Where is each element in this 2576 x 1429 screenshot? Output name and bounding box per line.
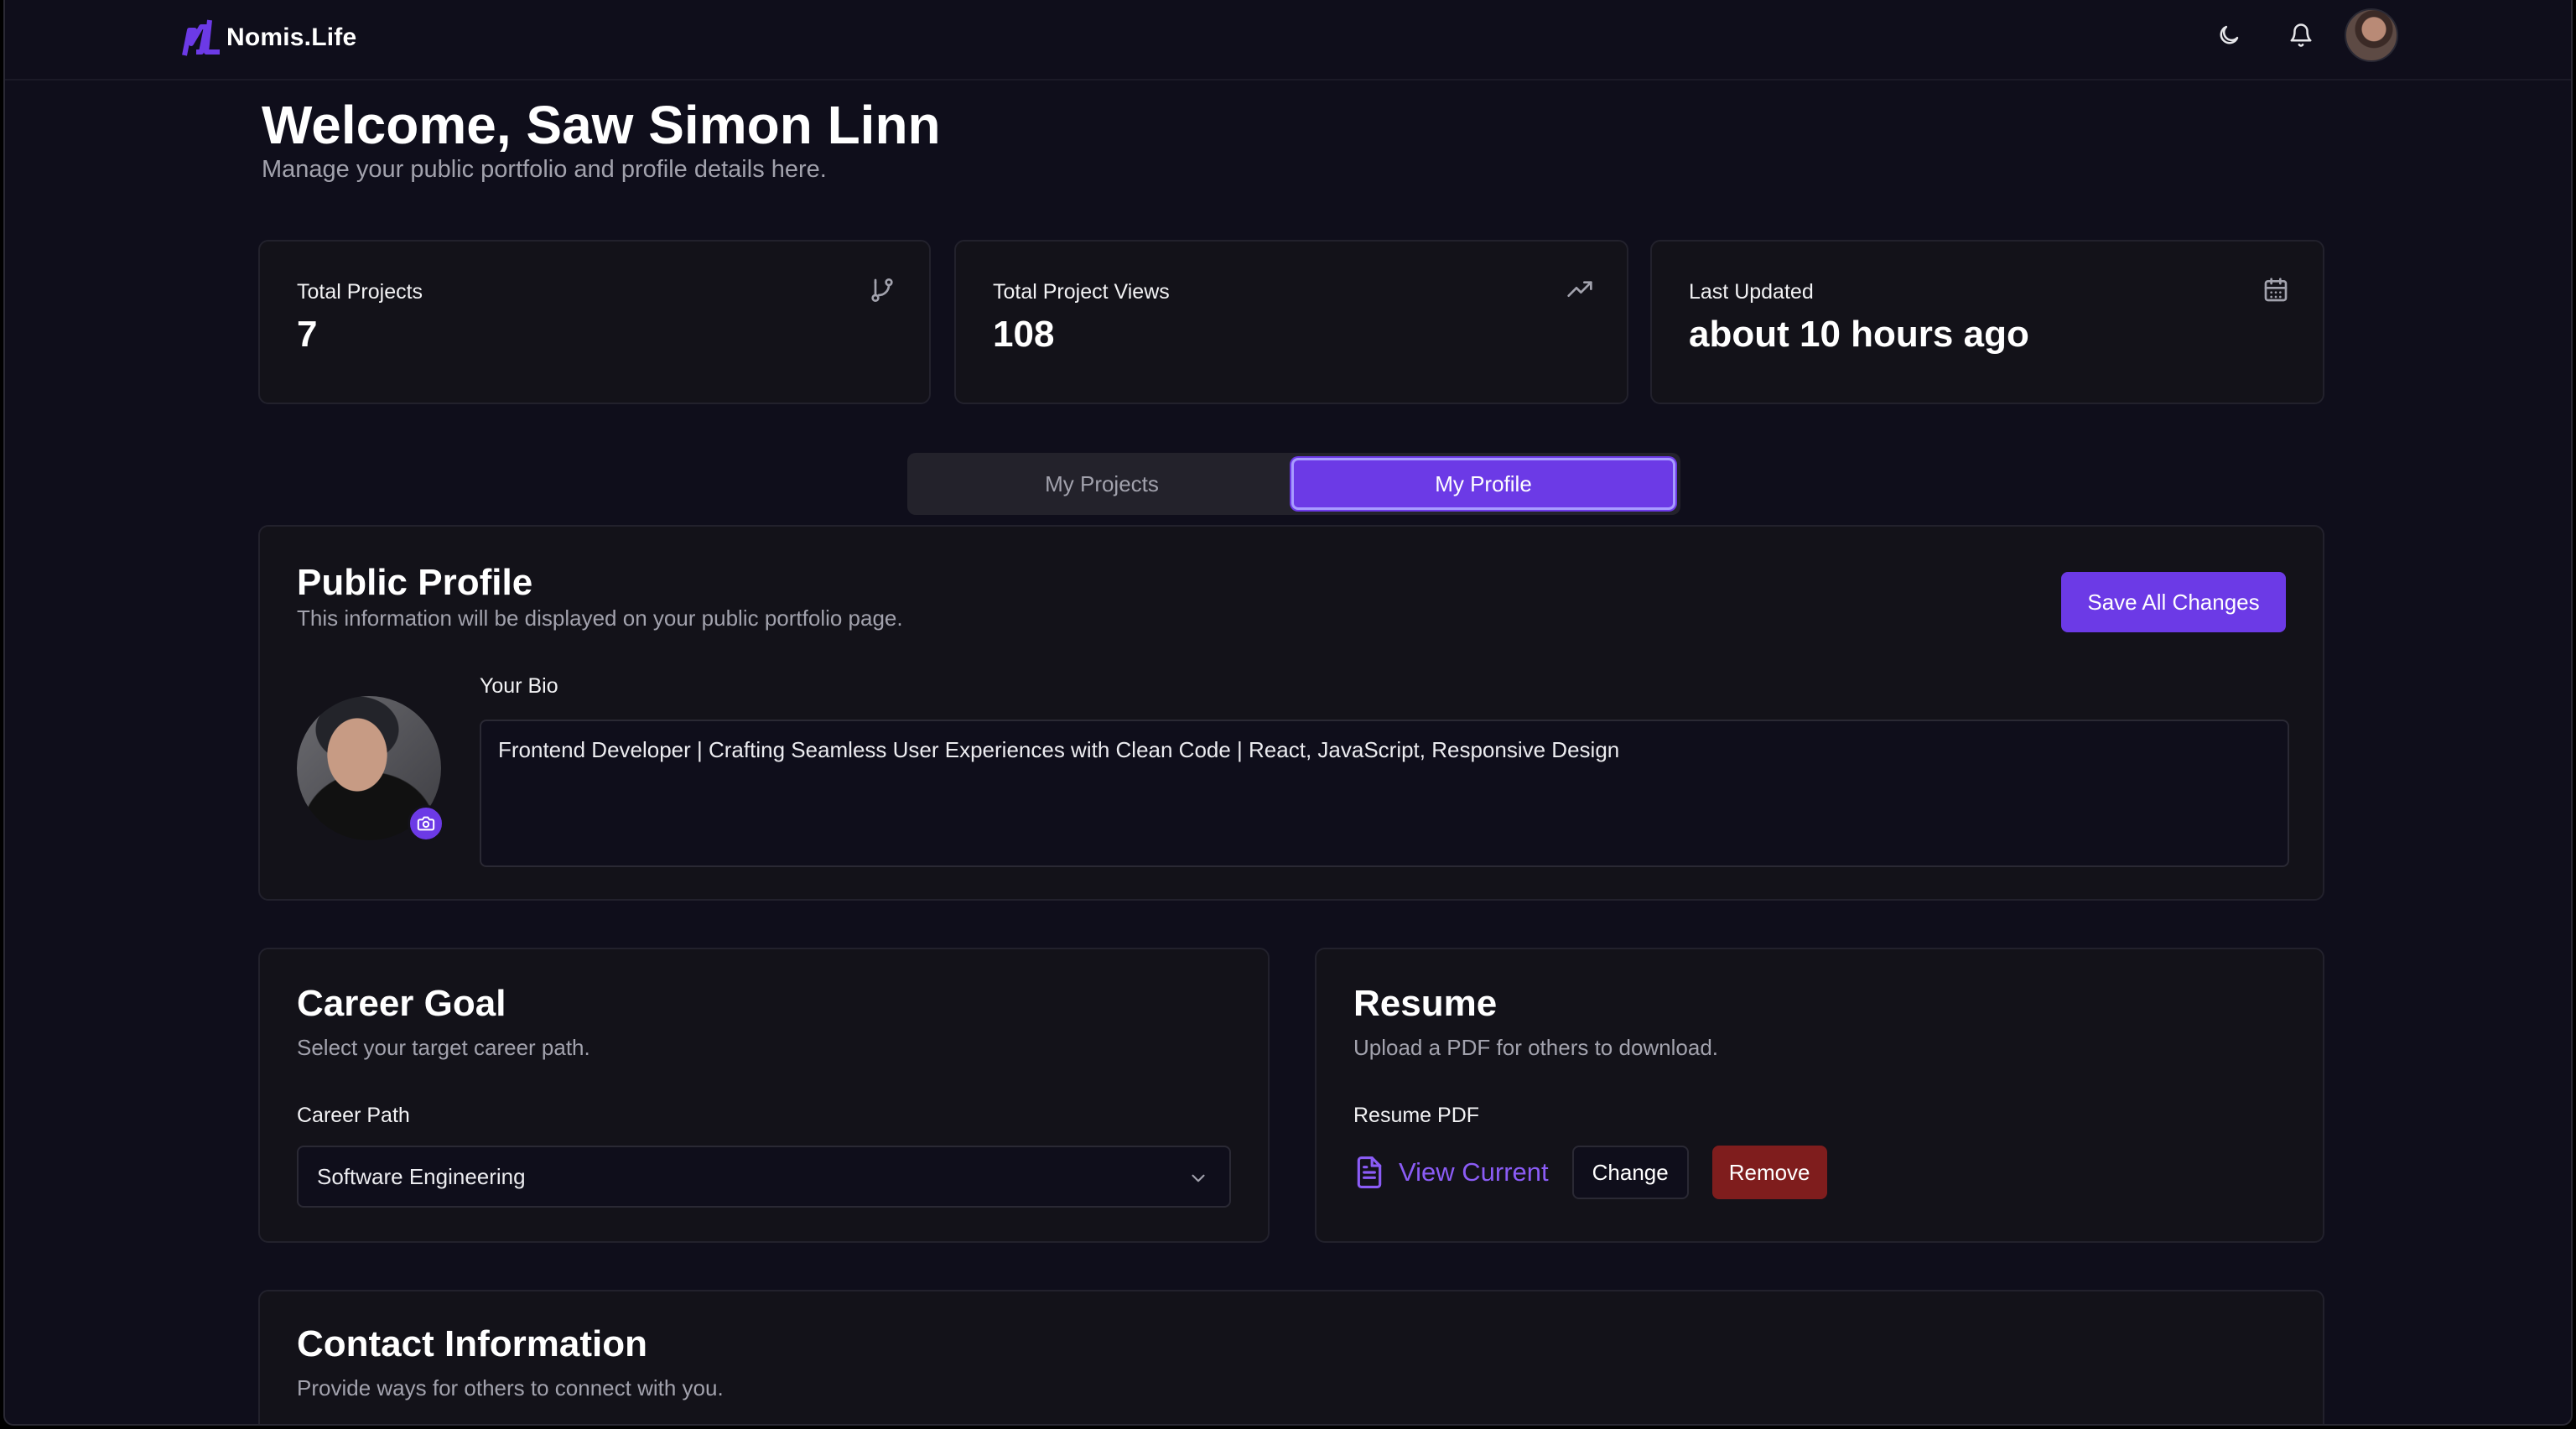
change-resume-button[interactable]: Change bbox=[1571, 1146, 1689, 1199]
bio-label: Your Bio bbox=[480, 674, 558, 698]
resume-title: Resume bbox=[1353, 983, 1498, 1024]
brand-name: Nomis.Life bbox=[226, 23, 357, 51]
notifications-button[interactable] bbox=[2274, 8, 2328, 62]
career-goal-subtitle: Select your target career path. bbox=[297, 1035, 590, 1060]
career-goal-card: Career Goal Select your target career pa… bbox=[258, 948, 1270, 1243]
stat-card-total-views: Total Project Views 108 bbox=[954, 240, 1628, 404]
contact-information-subtitle: Provide ways for others to connect with … bbox=[297, 1375, 724, 1400]
calendar-icon bbox=[2264, 278, 2288, 302]
bio-textarea[interactable]: Frontend Developer | Crafting Seamless U… bbox=[480, 720, 2289, 867]
career-path-value: Software Engineering bbox=[317, 1163, 526, 1189]
resume-pdf-label: Resume PDF bbox=[1353, 1104, 1480, 1127]
tab-my-projects[interactable]: My Projects bbox=[912, 458, 1291, 510]
bell-icon bbox=[2290, 23, 2312, 47]
tab-my-profile[interactable]: My Profile bbox=[1291, 458, 1675, 510]
public-profile-title: Public Profile bbox=[297, 562, 533, 603]
moon-icon bbox=[2220, 25, 2239, 44]
contact-information-card: Contact Information Provide ways for oth… bbox=[258, 1290, 2324, 1424]
git-branch-icon bbox=[871, 278, 893, 302]
stat-label: Last Updated bbox=[1689, 280, 1814, 304]
camera-icon bbox=[417, 816, 435, 831]
career-path-select[interactable]: Software Engineering bbox=[297, 1146, 1231, 1208]
top-navigation-bar: Nomis.Life bbox=[5, 0, 2571, 81]
view-current-label: View Current bbox=[1399, 1157, 1549, 1187]
save-all-changes-button[interactable]: Save All Changes bbox=[2061, 572, 2286, 632]
contact-information-title: Contact Information bbox=[297, 1323, 647, 1364]
welcome-section: Welcome, Saw Simon Linn Manage your publ… bbox=[262, 92, 941, 184]
file-text-icon bbox=[1357, 1156, 1382, 1188]
change-photo-button[interactable] bbox=[408, 805, 444, 842]
theme-toggle-button[interactable] bbox=[2202, 8, 2256, 62]
stat-card-total-projects: Total Projects 7 bbox=[258, 240, 931, 404]
trending-up-icon bbox=[1567, 281, 1592, 297]
page-subtitle: Manage your public portfolio and profile… bbox=[262, 156, 827, 183]
stat-label: Total Project Views bbox=[993, 280, 1170, 304]
stat-label: Total Projects bbox=[297, 280, 423, 304]
stat-value: 108 bbox=[993, 314, 1055, 355]
app-window: Nomis.Life Welcome, Saw Simon Linn Manag… bbox=[3, 0, 2573, 1426]
stat-card-last-updated: Last Updated about 10 hours ago bbox=[1650, 240, 2324, 404]
brand-logo[interactable]: Nomis.Life bbox=[181, 18, 356, 57]
page-title: Welcome, Saw Simon Linn bbox=[262, 95, 941, 155]
public-profile-card: Public Profile This information will be … bbox=[258, 525, 2324, 901]
resume-subtitle: Upload a PDF for others to download. bbox=[1353, 1035, 1719, 1060]
stat-value: about 10 hours ago bbox=[1689, 314, 2029, 355]
public-profile-subtitle: This information will be displayed on yo… bbox=[297, 605, 903, 631]
resume-card: Resume Upload a PDF for others to downlo… bbox=[1315, 948, 2324, 1243]
view-current-resume-link[interactable]: View Current bbox=[1353, 1155, 1549, 1190]
profile-tabs: My Projects My Profile bbox=[907, 453, 1680, 515]
career-goal-title: Career Goal bbox=[297, 983, 506, 1024]
remove-resume-button[interactable]: Remove bbox=[1711, 1146, 1827, 1199]
user-avatar-button[interactable] bbox=[2345, 8, 2398, 62]
chevron-down-icon bbox=[1192, 1174, 1205, 1182]
stat-value: 7 bbox=[297, 314, 318, 355]
career-path-label: Career Path bbox=[297, 1104, 410, 1127]
profile-photo[interactable] bbox=[297, 696, 444, 842]
logo-mark-icon bbox=[182, 19, 220, 56]
